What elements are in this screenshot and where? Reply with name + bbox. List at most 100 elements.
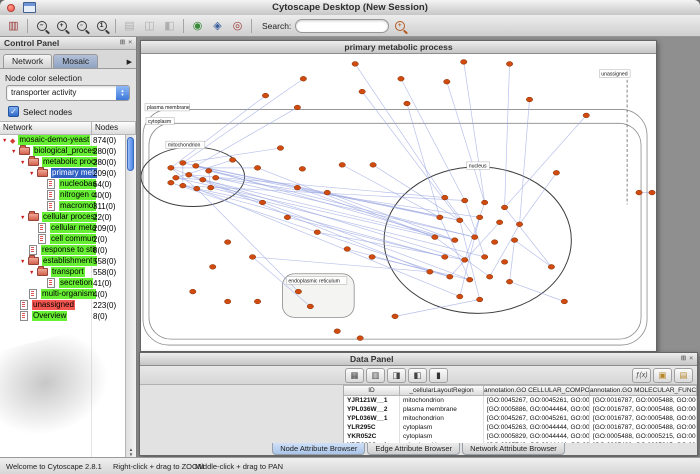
network-node[interactable] [193,163,199,168]
tree-row[interactable]: Overview8(0) [0,311,126,322]
tree-scrollbar-arrows-icon[interactable]: ▲▼ [126,447,136,457]
network-node[interactable] [561,299,567,304]
zoom-in-icon[interactable]: + [52,17,71,35]
network-node[interactable] [491,240,497,245]
network-node[interactable] [314,230,320,235]
network-node[interactable] [476,297,482,302]
tree-row[interactable]: ▼primary metab...209(0) [0,168,126,179]
network-node[interactable] [173,175,179,180]
enhanced-search-icon[interactable]: + [390,17,409,35]
select-nodes-checkbox[interactable] [8,106,19,117]
table-cell-id[interactable]: YPL036W__2 [344,405,400,414]
network-node[interactable] [299,166,305,171]
tab-mosaic[interactable]: Mosaic [53,54,98,68]
table-cell[interactable]: mitochondrion [400,396,484,405]
import-attribute-file-icon[interactable]: ▣ [653,368,672,383]
network-node[interactable] [526,97,532,102]
plugin-manager-icon[interactable]: ◎ [228,17,247,35]
close-datapanel-icon[interactable]: × [689,356,693,363]
select-attributes-icon[interactable]: ◨ [387,368,406,383]
zoom-out-icon[interactable]: − [32,17,51,35]
network-view-titlebar[interactable]: primary metabolic process [141,41,656,54]
network-node[interactable] [447,274,453,279]
tree-col-nodes[interactable]: Nodes [92,121,136,135]
network-node[interactable] [224,240,230,245]
network-node[interactable] [392,314,398,319]
table-column-header[interactable]: ID [344,385,400,396]
tab-scroll-right-icon[interactable]: ▶ [127,58,134,68]
control-panel-titlebar[interactable]: Control Panel ⊞ × [0,37,136,50]
network-node[interactable] [168,165,174,170]
table-cell[interactable]: mitochondrion [400,414,484,423]
vizmapper-icon[interactable]: ◈ [208,17,227,35]
network-node[interactable] [168,180,174,185]
network-node[interactable] [208,185,214,190]
zoom-selected-icon[interactable]: ▫ [72,17,91,35]
zoom-fit-icon[interactable]: 1 [92,17,111,35]
network-node[interactable] [457,294,463,299]
unselect-attributes-icon[interactable]: ◧ [408,368,427,383]
table-cell[interactable]: [GO:0045263, GO:0044444, GO:0044424, G..… [484,423,590,432]
tree-row[interactable]: ▼metabolic process280(0) [0,157,126,168]
table-cell[interactable]: [GO:0016787, GO:0005488, GO:0005215, G..… [590,396,697,405]
tree-row[interactable]: ▼cellular process22(0) [0,212,126,223]
tree-row[interactable]: macromolecule...311(0) [0,201,126,212]
network-node[interactable] [467,277,473,282]
tree-row[interactable]: ▼◆mosaic-demo-yeast874(0) [0,135,126,146]
network-node[interactable] [370,163,376,168]
network-node[interactable] [294,105,300,110]
network-node[interactable] [357,336,363,341]
network-node[interactable] [200,177,206,182]
data-panel-titlebar[interactable]: Data Panel ⊞ × [140,353,697,366]
network-node[interactable] [254,299,260,304]
network-node[interactable] [511,238,517,243]
network-node[interactable] [636,190,642,195]
network-node[interactable] [481,200,487,205]
delete-attribute-icon[interactable]: ▮ [429,368,448,383]
network-node[interactable] [506,279,512,284]
network-node[interactable] [262,93,268,98]
tree-scrollbar-thumb[interactable] [127,137,134,171]
tree-col-network[interactable]: Network [0,121,92,135]
network-node[interactable] [442,255,448,260]
network-node[interactable] [359,89,365,94]
network-node[interactable] [259,200,265,205]
network-node[interactable] [427,269,433,274]
network-node[interactable] [300,76,306,81]
float-datapanel-icon[interactable]: ⊞ [681,356,686,363]
network-node[interactable] [224,299,230,304]
print-table-icon[interactable]: ▦ [345,368,364,383]
network-canvas[interactable]: plasma membranecytoplasmmitochondrionnuc… [141,54,656,351]
tree-row[interactable]: response to stimul...8(0) [0,245,126,256]
table-cell-id[interactable]: YJR121W__1 [344,396,400,405]
network-node[interactable] [496,220,502,225]
network-node[interactable] [334,329,340,334]
tree-row[interactable]: ▼biological_process280(0) [0,146,126,157]
network-node[interactable] [284,215,290,220]
network-node[interactable] [254,165,260,170]
network-node[interactable] [210,264,216,269]
tree-row[interactable]: ▼transport558(0) [0,267,126,278]
network-node[interactable] [472,235,478,240]
network-node[interactable] [476,215,482,220]
tree-row[interactable]: nitrogen compo...40(0) [0,190,126,201]
network-node[interactable] [432,235,438,240]
network-node[interactable] [213,175,219,180]
network-node[interactable] [444,79,450,84]
tree-row[interactable]: ▼establishment of lo...558(0) [0,256,126,267]
float-panel-icon[interactable]: ⊞ [120,40,125,47]
tab-network[interactable]: Network [3,54,52,68]
tree-row[interactable]: secretion41(0) [0,278,126,289]
export-image-icon[interactable]: ▥ [4,17,23,35]
attribute-settings-icon[interactable]: ▤ [674,368,693,383]
search-input[interactable] [295,19,389,33]
network-node[interactable] [461,60,467,65]
network-node[interactable] [277,146,283,151]
network-node[interactable] [344,247,350,252]
network-node[interactable] [294,185,300,190]
network-node[interactable] [229,158,235,163]
network-node[interactable] [404,101,410,106]
network-node[interactable] [486,274,492,279]
network-node[interactable] [501,260,507,265]
network-node[interactable] [437,215,443,220]
